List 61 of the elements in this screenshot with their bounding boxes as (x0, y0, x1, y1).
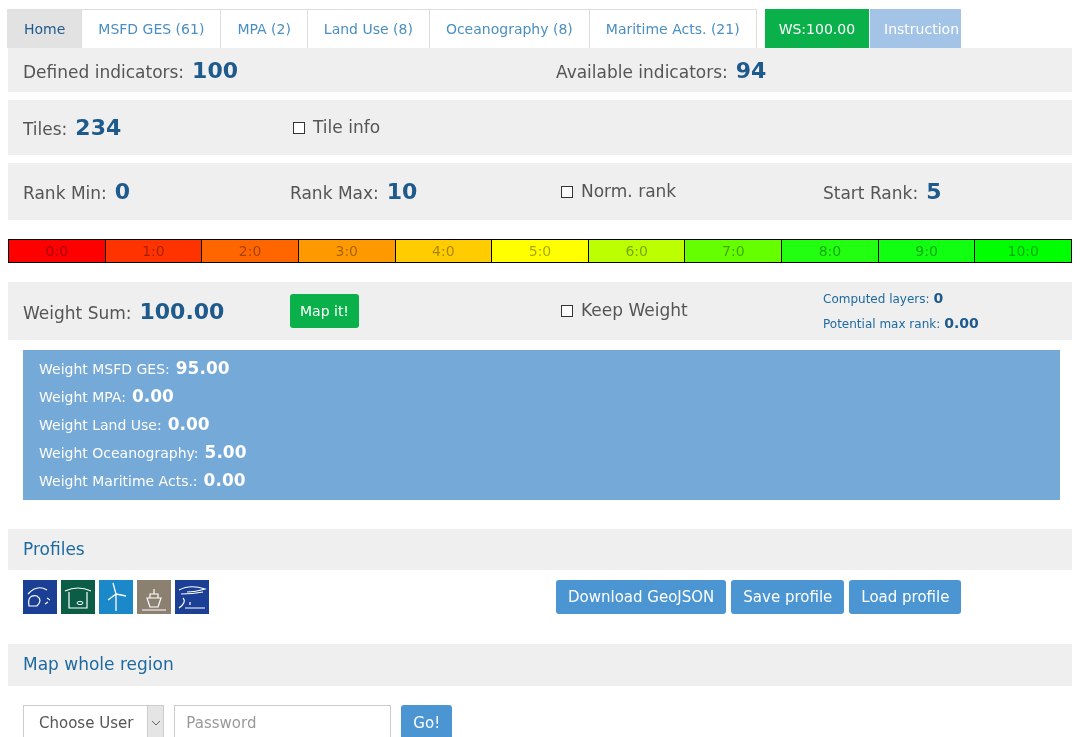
weight-label: Weight Oceanography: (39, 444, 199, 464)
rank-color-segment: 6:0 (587, 240, 685, 262)
save-profile-button[interactable]: Save profile (731, 580, 845, 614)
keep-weight-label: Keep Weight (581, 299, 688, 323)
checkbox[interactable] (561, 185, 573, 198)
tab[interactable]: Maritime Acts. (21) (588, 9, 757, 48)
rank-color-segment: 3:0 (297, 240, 395, 262)
rank-min-label: Rank Min: (23, 182, 107, 205)
weight-value: 0.00 (203, 469, 246, 493)
rank-max-value: 10 (386, 178, 418, 206)
tiles-value: 234 (75, 114, 122, 142)
rank-color-segment: 10:0 (974, 240, 1072, 262)
rank-max-label: Rank Max: (290, 182, 379, 205)
profiles-heading: Profiles (23, 537, 85, 561)
weight-sum-value: 100.00 (139, 297, 225, 326)
checkbox[interactable] (293, 121, 305, 134)
weight-label: Weight Land Use: (39, 416, 162, 436)
rank-color-segment: 4:0 (394, 240, 492, 262)
defined-indicators-value: 100 (192, 56, 239, 85)
rank-color-segment: 7:0 (684, 240, 782, 262)
weight-label: Weight MSFD GES: (39, 360, 170, 380)
rank-color-segment: 5:0 (491, 240, 588, 262)
weight-label: Weight MPA: (39, 388, 126, 408)
go-button[interactable]: Go! (401, 705, 453, 737)
rank-color-segment: 0:0 (9, 240, 105, 262)
turbine-profile-icon[interactable] (99, 580, 133, 614)
weight-value: 0.00 (131, 385, 174, 409)
weight-sum-label: Weight Sum: (23, 301, 132, 325)
tiles-label: Tiles: (23, 118, 68, 141)
tab[interactable]: MSFD GES (61) (81, 9, 222, 48)
map-whole-region-heading: Map whole region (23, 653, 174, 677)
rank-min-value: 0 (114, 178, 131, 206)
norm-rank-label: Norm. rank (581, 179, 677, 203)
checkbox[interactable] (561, 305, 573, 317)
weight-value: 5.00 (204, 441, 247, 465)
available-indicators-value: 94 (735, 56, 767, 85)
rank-color-segment: 8:0 (781, 240, 878, 262)
tab[interactable]: Home (7, 9, 83, 48)
map-it-button[interactable]: Map it! (290, 294, 359, 328)
weight-value: 0.00 (167, 413, 210, 437)
rank-color-segment: 9:0 (877, 240, 975, 262)
weight-value: 95.00 (175, 357, 230, 381)
potential-max-rank-label: Potential max rank: (823, 316, 941, 333)
download-geojson-button[interactable]: Download GeoJSON (556, 580, 727, 614)
rank-color-segment: 1:0 (104, 240, 202, 262)
start-rank-label: Start Rank: (823, 182, 919, 205)
user-select[interactable]: Choose User (23, 705, 165, 737)
instructions-tab[interactable]: Instruction (870, 9, 961, 48)
rank-color-segment: 2:0 (201, 240, 298, 262)
password-field[interactable]: Password (174, 705, 392, 737)
computed-layers-label: Computed layers: (823, 291, 930, 308)
load-profile-button[interactable]: Load profile (849, 580, 962, 614)
weight-label: Weight Maritime Acts.: (39, 472, 198, 492)
potential-max-rank-value: 0.00 (944, 314, 979, 333)
start-rank-value: 5 (926, 178, 942, 206)
available-indicators-label: Available indicators: (556, 60, 728, 84)
weight-sum-tab[interactable]: WS:100.00 (764, 9, 870, 48)
tile-info-label: Tile info (313, 115, 381, 139)
defined-indicators-label: Defined indicators: (23, 60, 185, 84)
computed-layers-value: 0 (933, 289, 944, 308)
caret-icon (151, 720, 160, 726)
